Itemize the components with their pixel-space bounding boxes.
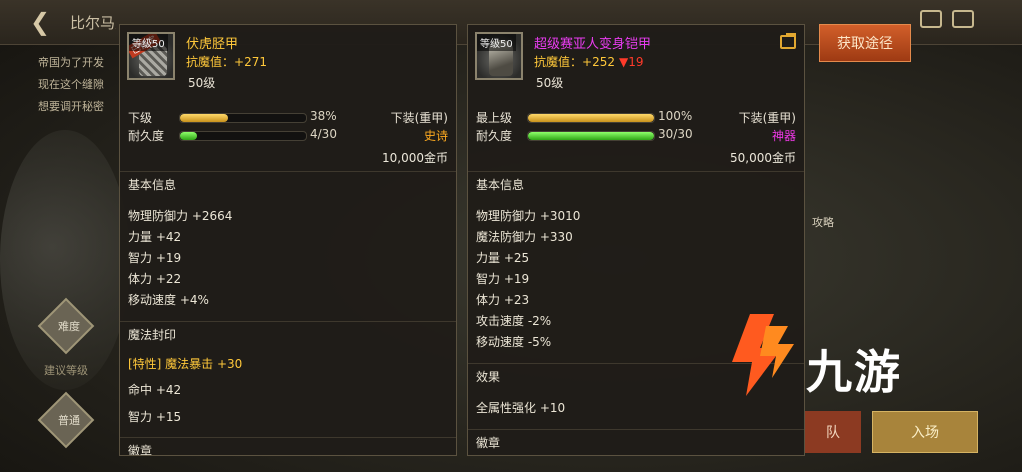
durability-bar-fill [180, 132, 197, 140]
required-level: 50级 [188, 76, 216, 90]
menu-icon[interactable] [952, 10, 974, 28]
grade-bar [179, 113, 307, 123]
sell-price: 10,000金币 [382, 151, 448, 165]
stat-line: 体力 +22 [128, 272, 182, 286]
item-icon: 已锁定 等级50 [127, 32, 175, 80]
watermark: 九游 [722, 312, 952, 402]
grade-percent: 100% [658, 109, 693, 123]
description-line: 想要调开秘密 [38, 100, 104, 113]
seal-line: [特性] 魔法暴击 +30 [128, 357, 243, 371]
section-basic-info: 基本信息 [468, 171, 804, 192]
item-level-tag: 等级50 [477, 34, 516, 51]
description-line: 帝国为了开发 [38, 56, 104, 69]
stat-line: 魔法防御力 +330 [476, 230, 573, 244]
seal-line: 智力 +15 [128, 410, 182, 424]
stat-line: 智力 +19 [476, 272, 530, 286]
durability-bar-fill [528, 132, 654, 140]
effect-line: 全属性强化 +10 [476, 401, 566, 415]
resist-value: +271 [234, 55, 267, 69]
resist-label: 抗魔值： [534, 55, 583, 69]
magic-resist: 抗魔值：+271 [186, 53, 267, 70]
side-text: 攻略 [812, 216, 834, 229]
recommended-level-label: 建议等级 [44, 364, 88, 377]
share-icon[interactable] [780, 33, 796, 49]
item-tooltip-left: 已锁定 等级50 伏虎胫甲 抗魔值：+271 50级 下级 38% 下装(重甲)… [119, 24, 457, 456]
slot-type: 下装(重甲) [738, 111, 796, 125]
resist-value: +252 [582, 55, 615, 69]
watermark-text: 九游 [806, 345, 902, 399]
durability-label: 耐久度 [128, 129, 165, 143]
section-basic-info: 基本信息 [120, 171, 456, 192]
resist-label: 抗魔值： [186, 55, 235, 69]
top-icons [920, 10, 974, 28]
stat-line: 物理防御力 +2664 [128, 209, 233, 223]
stat-line: 力量 +25 [476, 251, 530, 265]
grade-label: 最上级 [476, 111, 513, 125]
grade-bar [527, 113, 655, 123]
difficulty-label: 难度 [58, 320, 80, 333]
description-line: 现在这个缝隙 [38, 78, 104, 91]
durability-value: 4/30 [310, 127, 337, 141]
stat-line: 物理防御力 +3010 [476, 209, 581, 223]
item-name: 超级赛亚人变身铠甲 [534, 37, 652, 52]
section-badge: 徽章 [120, 437, 456, 455]
page-title: 比尔马克帝国试验场 [70, 14, 116, 32]
stat-line: 体力 +23 [476, 293, 530, 307]
stat-line: 移动速度 -5% [476, 335, 552, 349]
durability-label: 耐久度 [476, 129, 513, 143]
obtain-route-button[interactable]: 获取途径 [819, 24, 911, 62]
grade-bar-fill [528, 114, 654, 122]
stat-line: 智力 +19 [128, 251, 182, 265]
grade-bar-fill [180, 114, 228, 122]
stat-line: 攻击速度 -2% [476, 314, 552, 328]
durability-row: 耐久度 4/30 史诗 [128, 127, 448, 145]
jiuyou-logo-icon [732, 314, 794, 396]
grade-label: 下级 [128, 111, 153, 125]
section-badge: 徽章 [468, 429, 804, 450]
section-magic-seal: 魔法封印 [120, 321, 456, 342]
magic-resist: 抗魔值：+252 ▼19 [534, 53, 643, 70]
rarity: 史诗 [423, 129, 448, 143]
stat-line: 力量 +42 [128, 230, 182, 244]
enter-button[interactable]: 入场 [872, 411, 978, 453]
difficulty-normal-label: 普通 [58, 414, 80, 427]
item-icon: 等级50 [475, 32, 523, 80]
slot-type: 下装(重甲) [390, 111, 448, 125]
item-name: 伏虎胫甲 [186, 37, 239, 52]
rarity: 神器 [771, 129, 796, 143]
stat-line: 移动速度 +4% [128, 293, 209, 307]
sell-price: 50,000金币 [730, 151, 796, 165]
durability-bar [179, 131, 307, 141]
grade-row: 最上级 100% 下装(重甲) [476, 109, 796, 127]
mail-icon[interactable] [920, 10, 942, 28]
back-arrow-icon[interactable]: ❮ [30, 8, 50, 36]
grade-percent: 38% [310, 109, 337, 123]
durability-row: 耐久度 30/30 神器 [476, 127, 796, 145]
required-level: 50级 [536, 76, 564, 90]
grade-row: 下级 38% 下装(重甲) [128, 109, 448, 127]
durability-value: 30/30 [658, 127, 693, 141]
seal-line: 命中 +42 [128, 383, 182, 397]
resist-diff: ▼19 [618, 55, 644, 69]
durability-bar [527, 131, 655, 141]
team-button[interactable]: 队 [805, 411, 861, 453]
item-level-tag: 等级50 [129, 34, 168, 51]
